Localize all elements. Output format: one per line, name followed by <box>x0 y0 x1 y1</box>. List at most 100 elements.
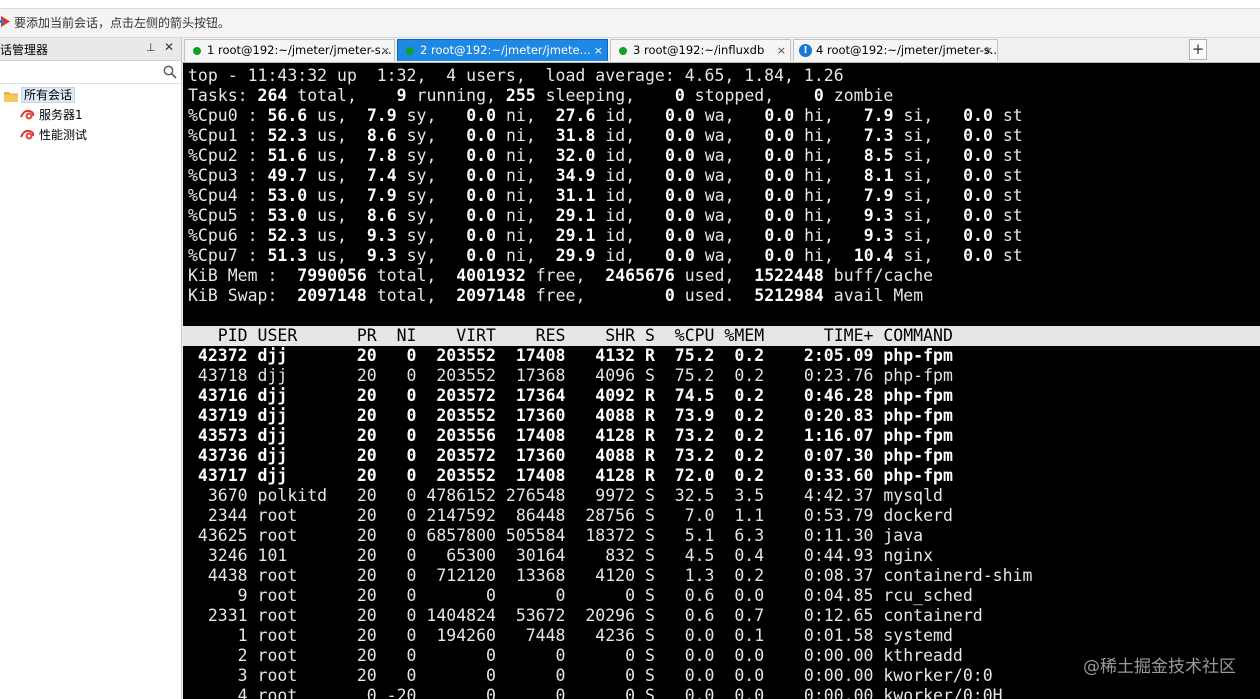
process-row: 3 root 20 0 0 0 0 S 0.0 0.0 0:00.00 kwor… <box>188 666 993 685</box>
tasks-running: 9 <box>396 86 407 105</box>
tree-item-perf-test[interactable]: 性能测试 <box>20 127 87 143</box>
tab-label: 1 root@192:~/jmeter/jmeter-s... <box>207 43 392 57</box>
tasks-stopped: 0 <box>674 86 685 105</box>
session-search[interactable] <box>0 61 181 84</box>
cpu-st: 0.0 <box>963 206 993 225</box>
swap-total: 2097148 <box>297 286 367 305</box>
cpu-name: %Cpu0 <box>188 106 248 125</box>
connected-dot-icon <box>406 47 414 55</box>
cpu-us: 53.0 <box>267 186 308 205</box>
mem-free: 4001932 <box>456 266 526 285</box>
swap-free: 2097148 <box>456 286 526 305</box>
process-row: 2331 root 20 0 1404824 53672 20296 S 0.6… <box>188 606 983 625</box>
tab-2[interactable]: 2 root@192:~/jmeter/jmete... × <box>397 39 608 61</box>
tasks-sleeping: 255 <box>505 86 536 105</box>
cpu-hi: 0.0 <box>764 146 795 165</box>
cpu-line: %Cpu1 : 52.3 us, 8.6 sy, 0.0 ni, 31.8 id… <box>188 126 1023 145</box>
cpu-hi: 0.0 <box>764 226 795 245</box>
process-row: 43717 djj 20 0 203552 17408 4128 R 72.0 … <box>188 466 953 485</box>
process-row: 43718 djj 20 0 203552 17368 4096 S 75.2 … <box>188 366 953 385</box>
cpu-line: %Cpu4 : 53.0 us, 7.9 sy, 0.0 ni, 31.1 id… <box>188 186 1023 205</box>
terminal-view[interactable]: top - 11:43:32 up 1:32, 4 users, load av… <box>183 63 1260 699</box>
cpu-si: 7.3 <box>863 126 894 145</box>
tab-label: 3 root@192:~/influxdb <box>633 43 765 57</box>
tasks-total: 264 <box>257 86 288 105</box>
process-row: 3670 polkitd 20 0 4786152 276548 9972 S … <box>188 486 943 505</box>
hint-text: 要添加当前会话，点击左侧的箭头按钮。 <box>14 16 231 30</box>
alert-icon: ! <box>799 44 812 57</box>
cpu-us: 51.6 <box>267 146 308 165</box>
cpu-name: %Cpu6 <box>188 226 248 245</box>
cpu-id: 27.6 <box>555 106 596 125</box>
cpu-id: 29.1 <box>555 206 596 225</box>
cpu-st: 0.0 <box>963 166 993 185</box>
session-icon <box>20 109 35 120</box>
swap-used: 0 <box>664 286 675 305</box>
terminal-output: top - 11:43:32 up 1:32, 4 users, load av… <box>183 66 1260 699</box>
mem-used: 2465676 <box>605 266 675 285</box>
tab-close-icon[interactable]: × <box>381 40 390 61</box>
cpu-name: %Cpu5 <box>188 206 248 225</box>
cpu-line: %Cpu3 : 49.7 us, 7.4 sy, 0.0 ni, 34.9 id… <box>188 166 1023 185</box>
process-row: 1 root 20 0 194260 7448 4236 S 0.0 0.1 0… <box>188 626 953 645</box>
tree-root-all-sessions[interactable]: 所有会话 <box>4 87 76 103</box>
tab-close-icon[interactable]: × <box>594 40 603 61</box>
cpu-id: 31.1 <box>555 186 596 205</box>
cpu-id: 32.0 <box>555 146 596 165</box>
tab-close-icon[interactable]: × <box>777 40 786 61</box>
cpu-id: 31.8 <box>555 126 596 145</box>
top-summary-line: top - 11:43:32 up 1:32, 4 users, load av… <box>188 66 844 85</box>
cpu-st: 0.0 <box>963 246 993 265</box>
tab-bar: 1 root@192:~/jmeter/jmeter-s... × 2 root… <box>182 38 1260 63</box>
cpu-sy: 9.3 <box>366 246 397 265</box>
tab-4[interactable]: ! 4 root@192:~/jmeter/jmeter-s... × <box>793 39 998 61</box>
cpu-wa: 0.0 <box>664 246 695 265</box>
cpu-us: 51.3 <box>267 246 308 265</box>
cpu-sy: 7.8 <box>366 146 397 165</box>
folder-icon <box>4 92 18 102</box>
cpu-name: %Cpu2 <box>188 146 248 165</box>
tab-label: 4 root@192:~/jmeter/jmeter-s... <box>816 43 998 57</box>
cpu-si: 8.1 <box>863 166 894 185</box>
process-row: 4438 root 20 0 712120 13368 4120 S 1.3 0… <box>188 566 1033 585</box>
tab-label: 2 root@192:~/jmeter/jmete... <box>420 43 591 57</box>
pin-icon[interactable]: ⊥ <box>146 41 156 54</box>
swap-avail: 5212984 <box>754 286 824 305</box>
watermark: @稀土掘金技术社区 <box>1083 657 1236 677</box>
cpu-si: 9.3 <box>863 206 894 225</box>
tree-item-label: 性能测试 <box>39 128 88 142</box>
mem-total: 7990056 <box>297 266 367 285</box>
cpu-line: %Cpu6 : 52.3 us, 9.3 sy, 0.0 ni, 29.1 id… <box>188 226 1023 245</box>
cpu-wa: 0.0 <box>664 206 695 225</box>
hint-bar: 要添加当前会话，点击左侧的箭头按钮。 <box>0 9 1260 38</box>
mem-buff-cache: 1522448 <box>754 266 824 285</box>
process-row: 3246 101 20 0 65300 30164 832 S 4.5 0.4 … <box>188 546 934 565</box>
close-panel-icon[interactable]: ✕ <box>164 40 174 54</box>
arrow-hint-icon <box>0 16 10 27</box>
cpu-wa: 0.0 <box>664 166 695 185</box>
cpu-hi: 0.0 <box>764 246 795 265</box>
process-row: 43573 djj 20 0 203556 17408 4128 R 73.2 … <box>188 426 953 445</box>
cpu-ni: 0.0 <box>466 186 497 205</box>
tab-close-icon[interactable]: × <box>984 40 993 61</box>
cpu-hi: 0.0 <box>764 206 795 225</box>
connected-dot-icon <box>619 47 627 55</box>
window-top-strip <box>0 0 1260 9</box>
search-icon[interactable] <box>163 65 177 79</box>
add-tab-button[interactable]: + <box>1189 39 1207 60</box>
connected-dot-icon <box>193 47 201 55</box>
cpu-us: 53.0 <box>267 206 308 225</box>
cpu-sy: 9.3 <box>366 226 397 245</box>
cpu-st: 0.0 <box>963 146 993 165</box>
tree-item-server1[interactable]: 服务器1 <box>20 107 83 123</box>
tab-3[interactable]: 3 root@192:~/influxdb × <box>610 39 791 61</box>
process-table-header: PID USER PR NI VIRT RES SHR S %CPU %MEM … <box>183 326 1260 346</box>
tab-1[interactable]: 1 root@192:~/jmeter/jmeter-s... × <box>184 39 395 61</box>
process-row: 9 root 20 0 0 0 0 S 0.6 0.0 0:04.85 rcu_… <box>188 586 973 605</box>
panel-header: 话管理器 ⊥ ✕ <box>0 38 181 61</box>
process-row: 2344 root 20 0 2147592 86448 28756 S 7.0… <box>188 506 953 525</box>
session-manager-panel: 话管理器 ⊥ ✕ 所有会话 服务器1 性能测试 <box>0 38 182 699</box>
cpu-ni: 0.0 <box>466 126 497 145</box>
cpu-name: %Cpu3 <box>188 166 248 185</box>
cpu-us: 52.3 <box>267 226 308 245</box>
